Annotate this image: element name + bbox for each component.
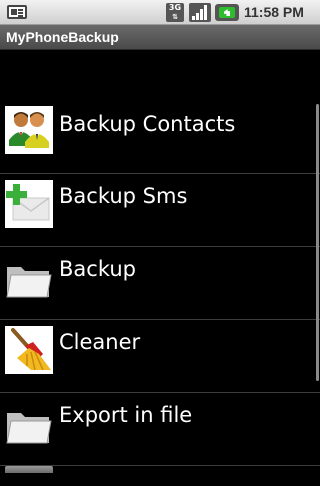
list-item-cleaner[interactable]: Cleaner	[0, 320, 320, 393]
list-item-export-in-file[interactable]: Export in file	[0, 393, 320, 466]
folder-icon	[5, 401, 53, 449]
data-arrows-icon: ⇅	[172, 13, 178, 21]
list-item-partial[interactable]	[0, 466, 320, 486]
list-scrollbar[interactable]	[316, 104, 319, 381]
battery-charging-icon	[215, 4, 239, 21]
network-type-label: 3G	[168, 3, 182, 12]
list-item-backup-contacts[interactable]: Backup Contacts	[0, 86, 320, 174]
list-item-label: Export in file	[59, 403, 193, 427]
list-item-label: Backup	[59, 257, 136, 281]
sms-add-icon	[5, 180, 53, 228]
status-bar: 3G ⇅ 11:58 PM	[0, 0, 320, 25]
menu-list: Backup Contacts Backup Sms Backup Cleane…	[0, 86, 320, 486]
app-title: MyPhoneBackup	[6, 29, 119, 45]
folder-icon	[5, 255, 53, 303]
broom-icon	[5, 326, 53, 374]
list-item-label: Backup Sms	[59, 184, 188, 208]
signal-strength-icon	[189, 3, 211, 22]
list-item-label: Backup Contacts	[59, 112, 236, 136]
contacts-icon	[5, 106, 53, 154]
app-title-bar: MyPhoneBackup	[0, 25, 320, 50]
status-clock: 11:58 PM	[244, 4, 304, 20]
partial-item-icon	[5, 466, 53, 473]
list-item-backup-sms[interactable]: Backup Sms	[0, 174, 320, 247]
notification-icon	[7, 5, 27, 19]
network-3g-icon: 3G ⇅	[166, 3, 184, 22]
list-item-label: Cleaner	[59, 330, 141, 354]
list-item-backup[interactable]: Backup	[0, 247, 320, 320]
